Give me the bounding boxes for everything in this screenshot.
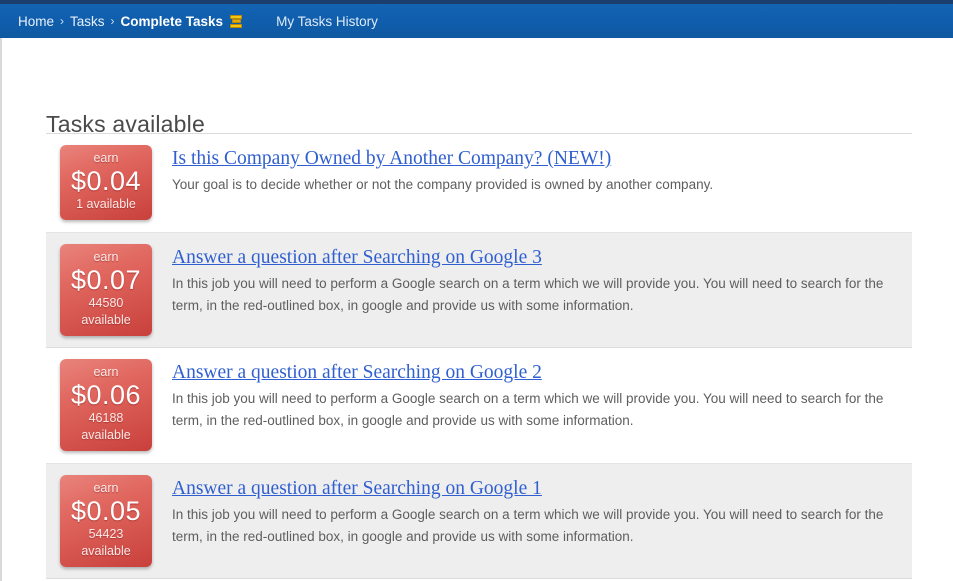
badge-earn-label: earn: [64, 249, 148, 265]
badge-available-label: available: [81, 428, 130, 442]
task-body: Answer a question after Searching on Goo…: [152, 244, 912, 317]
badge-earn-label: earn: [64, 150, 148, 166]
page-content: Tasks available earn$0.041 availableIs t…: [2, 38, 953, 581]
nav-link-my-tasks-history[interactable]: My Tasks History: [276, 14, 378, 29]
task-badge-icon: [230, 15, 242, 28]
task-earn-badge: earn$0.0554423available: [60, 475, 152, 567]
badge-price: $0.05: [64, 496, 148, 526]
badge-price: $0.06: [64, 380, 148, 410]
top-navigation-bar: Home › Tasks › Complete Tasks My Tasks H…: [0, 4, 953, 38]
task-title-link[interactable]: Is this Company Owned by Another Company…: [172, 147, 611, 171]
task-description: In this job you will need to perform a G…: [172, 273, 894, 317]
badge-count-value: 46188: [64, 410, 148, 427]
badge-price: $0.07: [64, 265, 148, 295]
badge-count-value: 54423: [64, 526, 148, 543]
task-description: Your goal is to decide whether or not th…: [172, 174, 894, 196]
task-body: Answer a question after Searching on Goo…: [152, 359, 912, 432]
task-earn-badge: earn$0.0646188available: [60, 359, 152, 451]
task-earn-badge: earn$0.0744580available: [60, 244, 152, 336]
badge-available-label: available: [81, 544, 130, 558]
badge-available-label: available: [87, 197, 136, 211]
breadcrumb-separator: ›: [111, 14, 115, 28]
badge-count-value: 44580: [64, 295, 148, 312]
badge-available-count: 1 available: [64, 196, 148, 213]
badge-available-label: available: [81, 313, 130, 327]
task-description: In this job you will need to perform a G…: [172, 388, 894, 432]
badge-price: $0.04: [64, 166, 148, 196]
task-title-link[interactable]: Answer a question after Searching on Goo…: [172, 477, 542, 501]
task-description: In this job you will need to perform a G…: [172, 504, 894, 548]
badge-earn-label: earn: [64, 364, 148, 380]
task-body: Answer a question after Searching on Goo…: [152, 475, 912, 548]
breadcrumb-item-tasks[interactable]: Tasks: [70, 14, 105, 29]
task-list: earn$0.041 availableIs this Company Owne…: [46, 134, 912, 579]
badge-available-count: 54423available: [64, 526, 148, 560]
breadcrumb-separator: ›: [60, 14, 64, 28]
breadcrumb-item-home[interactable]: Home: [18, 14, 54, 29]
task-title-link[interactable]: Answer a question after Searching on Goo…: [172, 361, 542, 385]
task-row: earn$0.0744580available Answer a question…: [46, 232, 912, 348]
badge-count-value: 1: [76, 197, 83, 211]
task-title-link[interactable]: Answer a question after Searching on Goo…: [172, 246, 542, 270]
task-row: earn$0.0554423available Answer a question…: [46, 463, 912, 579]
task-earn-badge: earn$0.041 available: [60, 145, 152, 220]
task-row: earn$0.041 available Is this Company Owne…: [46, 134, 912, 232]
badge-earn-label: earn: [64, 480, 148, 496]
breadcrumb-item-complete-tasks: Complete Tasks: [121, 14, 224, 29]
task-body: Is this Company Owned by Another Company…: [152, 145, 912, 196]
task-row: earn$0.0646188available Answer a question…: [46, 348, 912, 463]
breadcrumb: Home › Tasks › Complete Tasks: [18, 14, 242, 29]
badge-available-count: 46188available: [64, 410, 148, 444]
badge-available-count: 44580available: [64, 295, 148, 329]
